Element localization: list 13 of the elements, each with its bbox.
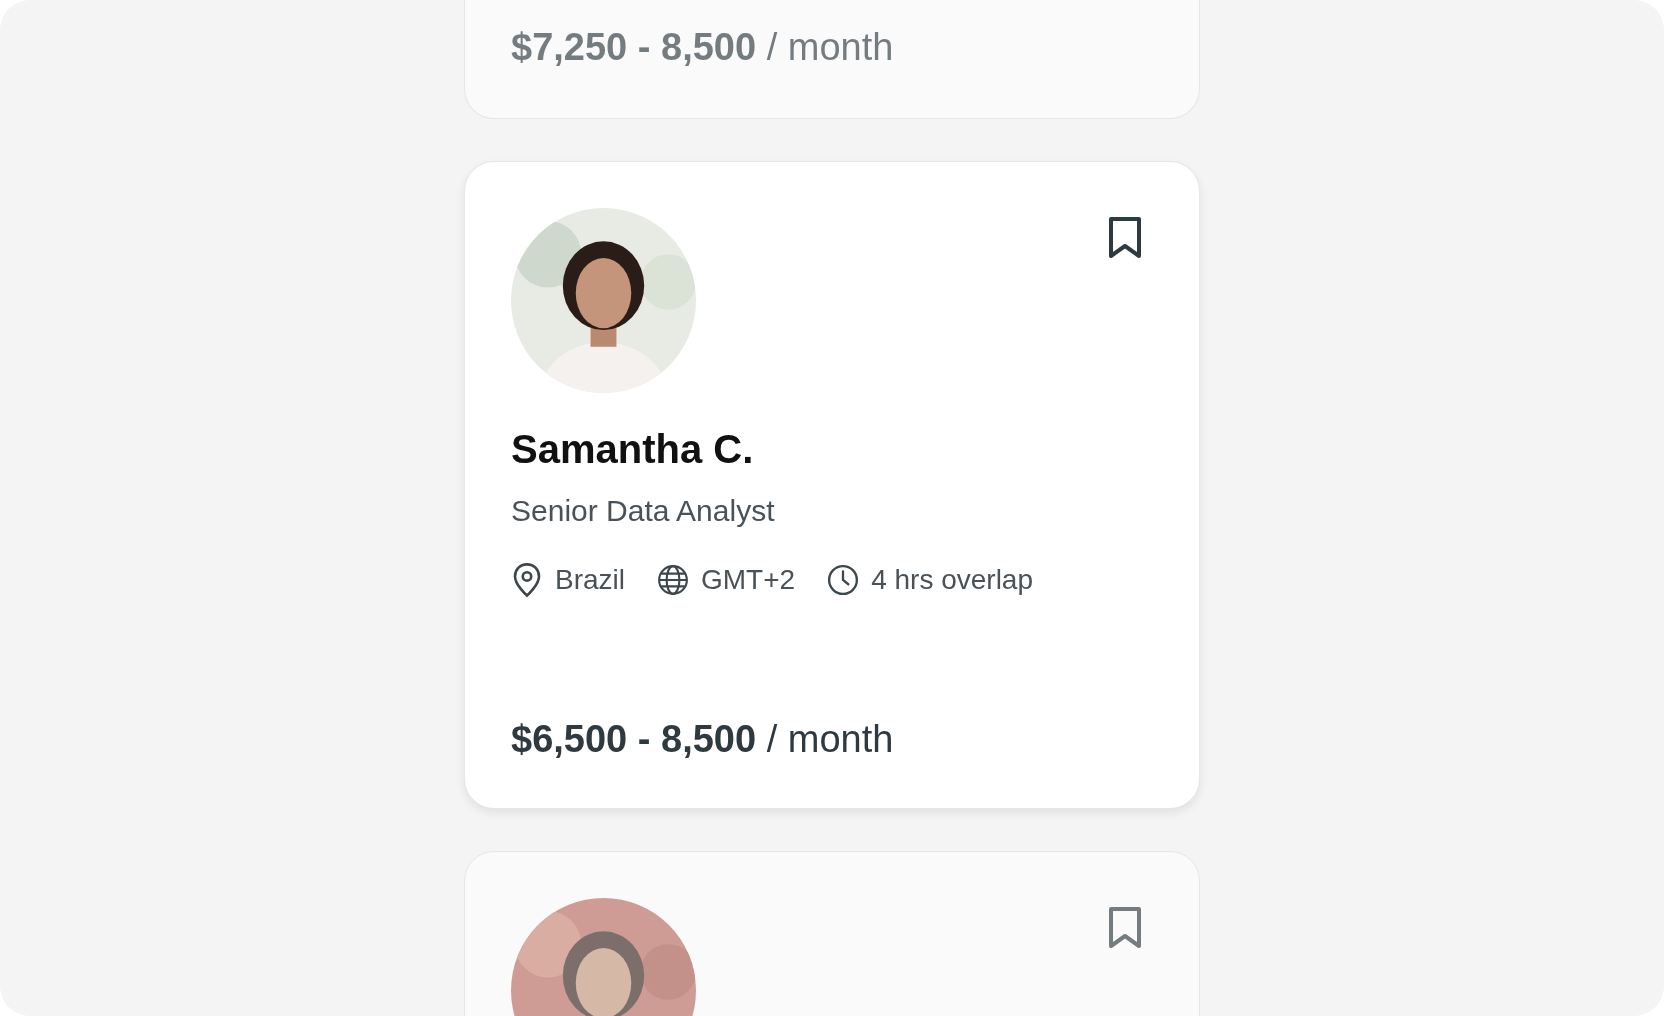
candidate-name: Samantha C. <box>511 427 755 472</box>
detail-text: 4 hrs overlap <box>871 564 1034 596</box>
clock-icon <box>827 562 860 598</box>
salary-text: $6,500 - 8,500 / month <box>511 717 895 762</box>
globe-icon <box>657 562 689 598</box>
detail-text: GMT+2 <box>701 564 796 596</box>
detail-text: Brazil <box>555 564 625 596</box>
salary-text: $7,250 - 8,500 / month <box>511 25 895 70</box>
location-pin-icon <box>511 562 543 598</box>
profile-card[interactable]: $7,250 - 8,500 / month <box>464 0 1200 119</box>
bookmark-icon[interactable] <box>1107 216 1143 260</box>
profile-card[interactable]: Samantha C. Senior Data Analyst Brazil GMT+2 4 hrs overlap $6,500 - 8,500 / month <box>464 161 1200 809</box>
job-title: Senior Data Analyst <box>511 494 776 528</box>
